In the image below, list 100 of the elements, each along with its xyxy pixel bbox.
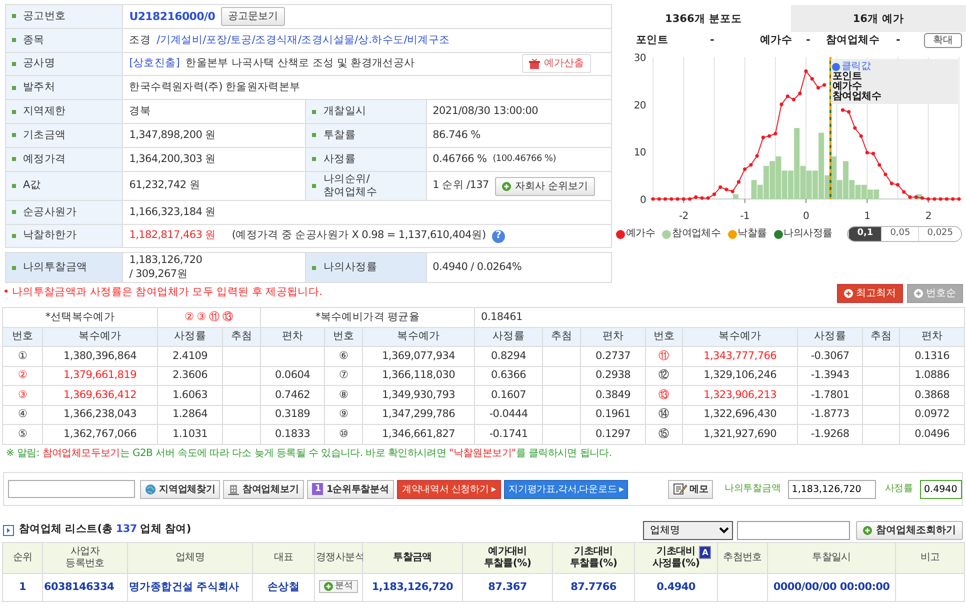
point [871,152,876,156]
table-cell: 1,329,106,246 [682,366,798,386]
toolbar-button[interactable]: 계약내역서 신청하기 ▸ [396,480,501,498]
toolbar-button[interactable]: 지역업체찾기 [140,480,220,498]
table-cell: ⑧ [324,386,362,405]
legend-label: 참여업체수 [672,228,721,240]
rank-button[interactable]: 자회사 순위보기 [494,176,596,196]
bullet-icon [312,266,316,270]
analyze-button[interactable]: 분석 [319,580,358,594]
globe-icon [145,484,156,494]
table-cell: 1,343,777,766 [682,346,798,366]
filter-select[interactable]: 업체명 [643,520,733,540]
point [798,92,802,96]
search-field[interactable] [737,520,850,540]
point [657,197,661,201]
link[interactable]: /기계설비/포장/토공/조경식재/조경시설물/상.하수도/비계구조 [156,34,450,47]
point [700,196,704,200]
column-header: 예가대비 투찰률(%) [482,546,532,570]
scale-button[interactable]: 0,025 [918,227,961,241]
link[interactable]: [상호진출] [129,57,180,71]
field-value: 1,364,200,303 원 [129,152,216,166]
table-cell: 1.2864 [158,405,222,424]
column-header: 업체명 [175,552,205,564]
table-cell: 1,379,661,819 [42,366,158,386]
rate-field[interactable]: 0.4940 [920,480,962,498]
bullet-icon [12,184,16,188]
axis-label: 10 [634,148,646,159]
point [724,188,728,192]
table-cell: -1.7801 [798,386,863,405]
table-cell: -1.9268 [798,424,863,444]
notice-button[interactable]: 공고문보기 [221,6,286,26]
point [810,76,814,81]
sort-badge[interactable]: A [699,546,711,559]
memo-button[interactable]: 메모 [668,480,714,498]
dot-icon [832,63,840,71]
toolbar-button[interactable]: 참여업체보기 [223,480,304,498]
toolbar-button[interactable]: 지기평가표,각서,다운로드 ▸ [504,480,628,498]
list-title: 참여업체 리스트(총 137 업체 참여) [19,523,191,537]
table-cell: ⑮ [646,424,683,444]
point [749,163,753,167]
point [682,197,686,201]
plus-icon [914,288,923,298]
search-field[interactable] [8,480,135,498]
field-value: 조경 [129,34,151,47]
table-cell: 0.1316 [900,346,965,366]
axis-label: 2 [925,211,932,222]
table-cell: 0.3189 [260,405,324,424]
column-header: 번호 [324,327,362,346]
table-cell: 0.0972 [900,405,965,424]
column-header: 비고 [920,552,940,564]
link[interactable]: U218216000/0 [129,10,216,24]
table-cell: 87.7766 [552,574,634,602]
point [896,183,900,187]
bullet-icon [312,133,316,138]
search-button[interactable]: 참여업체조회하기 [856,520,963,540]
sort-button[interactable]: 최고최저 [837,284,903,302]
table-cell: 0.4940 [634,574,718,602]
field-label: 공사명 [23,57,56,71]
point [853,126,857,130]
field-value: 1,183,126,720 [129,254,202,268]
field-label: 개찰일시 [323,105,366,118]
column-header: 추첨번호 [723,552,762,564]
box-icon [529,58,540,69]
stat-value: - [896,34,902,48]
zoom-button[interactable]: 확대 [924,33,962,48]
scale-button[interactable]: 0,1 [848,227,882,241]
table-cell: 0.3868 [900,386,965,405]
axis-label: 20 [634,100,646,112]
field-label: 나의투찰금액 [724,483,781,495]
legend-label: 예가수 [626,228,656,240]
column-header: 추첨 [222,327,260,346]
point [944,197,949,201]
field-label: 공고번호 [23,10,66,23]
axis-label: -1 [740,211,750,222]
table-cell: 0.0604 [260,366,324,386]
legend-label: 나의사정률 [784,228,832,240]
column-header: 복수예가 [42,327,158,346]
table-cell: 1,346,661,827 [362,424,475,444]
table-cell: 0.18461 [474,308,965,327]
field-label: 예정가격 [23,152,66,166]
column-header: 추첨 [862,327,900,346]
tab[interactable]: 16개 예가 [791,5,966,32]
toolbar-button[interactable]: 1 1순위투찰분석 [306,480,394,498]
stat-label: 포인트 [635,34,670,48]
bullet-icon [12,266,16,270]
help-icon[interactable]: ? [492,230,505,243]
point [670,197,674,201]
table-cell: 1.1031 [158,424,222,444]
calculate-button[interactable]: 예가산출 [522,54,591,74]
field-label: 순공사원가 [23,206,77,219]
amount-field[interactable]: 1,183,126,720 [788,480,876,498]
field-label: 낙찰하한가 [23,229,77,243]
column-header: 복수예가 [362,327,475,346]
bullet-icon [12,234,16,238]
axis-label: 30 [634,53,646,64]
column-header: 투찰금액 [393,552,432,564]
bullet-icon [12,14,16,18]
table-cell: 1.0886 [900,366,965,386]
field-label: 나의투찰금액 [23,260,88,274]
point [908,195,912,199]
